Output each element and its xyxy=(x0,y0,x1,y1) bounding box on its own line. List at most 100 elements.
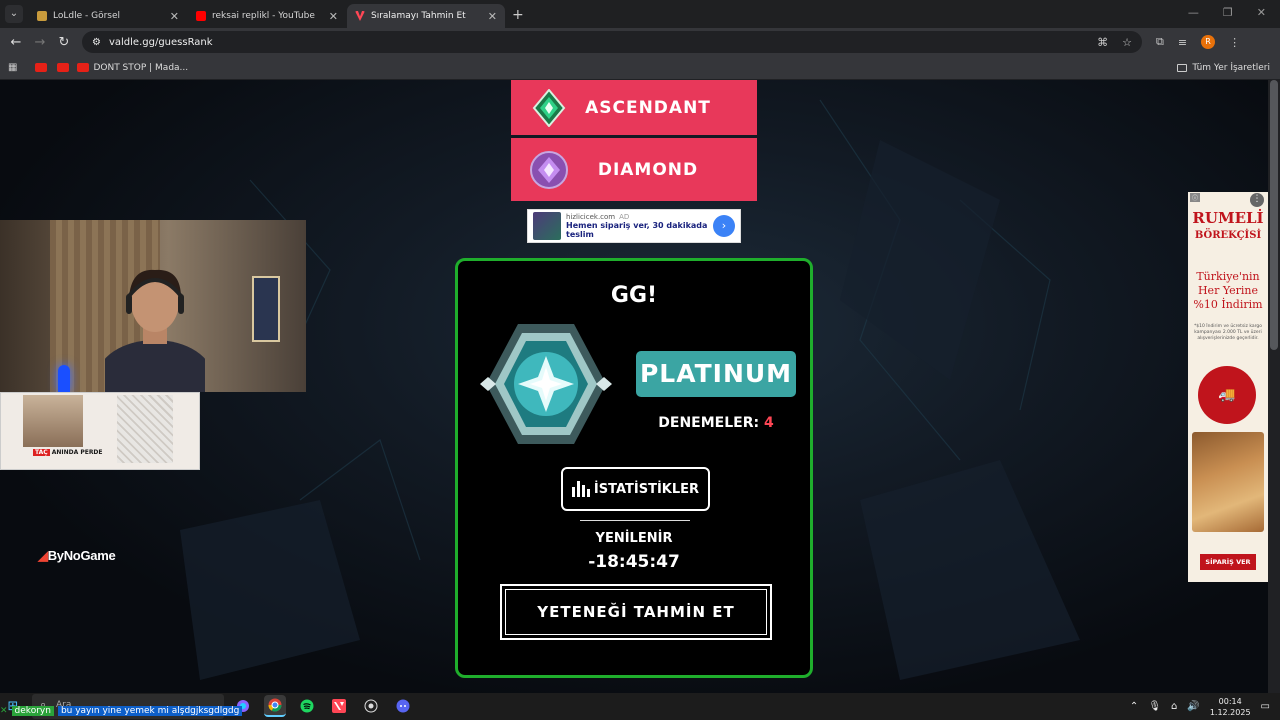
bynogame-watermark: ◢ByNoGame xyxy=(38,548,116,563)
chat-username: dekoryn xyxy=(11,706,54,716)
spotify-icon[interactable] xyxy=(296,695,318,717)
result-heading: GG! xyxy=(610,283,658,308)
scrollbar-thumb[interactable] xyxy=(1270,80,1278,350)
clock-date: 1.12.2025 xyxy=(1209,707,1251,717)
attempts-value: 4 xyxy=(763,415,774,431)
tab-strip: ⌄ LoLdle - Görsel ✕ reksai replikl - You… xyxy=(0,0,1280,28)
extensions-icon[interactable]: ⧉ xyxy=(1156,35,1164,49)
statistics-label: İSTATİSTİKLER xyxy=(593,481,700,497)
side-ad-product-image xyxy=(1192,432,1264,532)
side-ad-fineprint: *$10 İndirim ve ücretsiz kargo kampanyas… xyxy=(1194,324,1262,341)
tab-title: LoLdle - Görsel xyxy=(53,11,121,21)
renew-label: YENİLENİR xyxy=(595,531,673,546)
ad-thumbnail xyxy=(533,212,561,240)
side-ad-order-button[interactable]: SİPARİŞ VER xyxy=(1200,554,1256,570)
webcam-lamp xyxy=(58,365,70,392)
clock-time: 00:14 xyxy=(1218,696,1242,706)
new-tab-button[interactable]: + xyxy=(512,7,524,23)
discord-icon[interactable] xyxy=(392,695,414,717)
youtube-bookmark-icon[interactable] xyxy=(35,63,48,72)
tab-search-button[interactable]: ⌄ xyxy=(5,5,23,23)
bynogame-logo-icon: ◢ xyxy=(38,548,48,563)
all-bookmarks[interactable]: Tüm Yer İşaretleri xyxy=(1177,63,1270,73)
microphone-icon[interactable]: 🎙 xyxy=(1148,701,1161,712)
youtube-bookmark-icon xyxy=(77,63,90,72)
more-options-icon[interactable]: ⋮ xyxy=(1250,193,1264,207)
forward-icon[interactable]: → xyxy=(28,35,52,50)
bookmarks-bar: ▦ DONT STOP | Mada... Tüm Yer İşaretleri xyxy=(0,56,1280,80)
ad-photo-curtain xyxy=(23,395,83,447)
ticker-close-icon: ✕ xyxy=(0,706,8,716)
chat-ticker: ✕ dekoryn bu yayın yine yemek mi alşdgjk… xyxy=(0,705,243,717)
side-ad-brand: RUMELİ BÖREKÇİSİ xyxy=(1192,209,1264,242)
network-icon[interactable]: ⌂ xyxy=(1171,701,1177,712)
guess-rank-label: DIAMOND xyxy=(597,159,699,180)
tab-youtube[interactable]: reksai replikl - YouTube ✕ xyxy=(188,4,346,28)
obs-icon[interactable] xyxy=(360,695,382,717)
chat-message: bu yayın yine yemek mi alşdgjksgdlgdg xyxy=(57,706,243,716)
guess-row-diamond: DIAMOND xyxy=(511,138,757,201)
restore-icon[interactable]: ❐ xyxy=(1223,6,1233,19)
profile-avatar[interactable]: R xyxy=(1201,35,1216,49)
apps-grid-icon[interactable]: ▦ xyxy=(8,62,17,73)
volume-icon[interactable]: 🔊 xyxy=(1187,701,1199,712)
webcam-ad: TAÇ ANINDA PERDE xyxy=(0,392,200,470)
webcam-overlay xyxy=(0,220,306,392)
ad-logo: TAÇ ANINDA PERDE xyxy=(33,449,103,456)
system-tray: ⌃ 🎙 ⌂ 🔊 00:14 1.12.2025 ▭ xyxy=(1130,693,1270,720)
chrome-icon[interactable] xyxy=(264,695,286,717)
site-info-icon[interactable]: ⚙ xyxy=(92,37,101,48)
close-icon[interactable]: ✕ xyxy=(488,10,497,23)
bookmark-label: DONT STOP | Mada... xyxy=(93,62,189,73)
chevron-up-icon[interactable]: ⌃ xyxy=(1130,701,1138,712)
result-card: GG! PLATINUM DENEMELER: 4 İSTATİSTİKLER … xyxy=(455,258,813,678)
statistics-button[interactable]: İSTATİSTİKLER xyxy=(561,467,710,511)
clock[interactable]: 00:14 1.12.2025 xyxy=(1210,696,1251,718)
bookmark-item[interactable]: DONT STOP | Mada... xyxy=(77,63,188,73)
banner-ad[interactable]: hizlicicek.com AD Hemen sipariş ver, 30 d… xyxy=(527,209,741,243)
ad-message: Hemen sipariş ver, 30 dakikada teslim xyxy=(566,221,708,239)
divider xyxy=(580,520,690,521)
window-controls: — ❐ ✕ xyxy=(1188,6,1266,19)
youtube-bookmark-icon[interactable] xyxy=(57,63,70,72)
ad-choices-icon[interactable]: ⓘ xyxy=(1190,193,1201,202)
close-icon[interactable]: ✕ xyxy=(329,10,338,23)
ad-photo-tulle xyxy=(117,395,173,463)
chevron-right-icon[interactable]: › xyxy=(713,215,735,237)
side-ad[interactable]: RUMELİ BÖREKÇİSİ Türkiye'nin Her Yerine %… xyxy=(1188,192,1268,582)
tab-guess-rank[interactable]: Sıralamayı Tahmin Et ✕ xyxy=(347,4,505,28)
attempts-label: DENEMELER: xyxy=(658,415,760,431)
loldle-favicon-icon xyxy=(37,11,47,21)
valorant-app-icon[interactable] xyxy=(328,695,350,717)
reading-list-icon[interactable]: ≡ xyxy=(1178,36,1187,49)
side-ad-tagline: Türkiye'nin Her Yerine %10 İndirim xyxy=(1193,270,1263,311)
guess-rank-label: ASCENDANT xyxy=(585,97,711,118)
back-icon[interactable]: ← xyxy=(4,35,28,50)
close-window-icon[interactable]: ✕ xyxy=(1257,6,1266,19)
streamer xyxy=(105,269,205,392)
youtube-favicon-icon xyxy=(196,11,206,21)
menu-icon[interactable]: ⋮ xyxy=(1229,36,1240,49)
ad-source: hizlicicek.com AD xyxy=(566,213,630,221)
close-icon[interactable]: ✕ xyxy=(170,10,179,23)
platinum-rank-icon xyxy=(480,319,612,449)
translate-icon[interactable]: ⌘ xyxy=(1097,36,1108,49)
rank-result-badge: PLATINUM xyxy=(636,351,796,397)
delivery-truck-icon: 🚚 xyxy=(1198,366,1256,424)
attempts-count: DENEMELER: 4 xyxy=(636,415,796,431)
bookmark-star-icon[interactable]: ☆ xyxy=(1122,36,1132,49)
guess-row-ascendant: ASCENDANT xyxy=(511,80,757,135)
all-bookmarks-label: Tüm Yer İşaretleri xyxy=(1192,62,1270,73)
address-bar[interactable]: ⚙ valdle.gg/guessRank ⌘ ☆ xyxy=(82,31,1142,53)
folder-icon xyxy=(1177,63,1188,72)
browser-toolbar: ← → ↻ ⚙ valdle.gg/guessRank ⌘ ☆ ⧉ ≡ R ⋮ xyxy=(0,28,1280,56)
minimize-icon[interactable]: — xyxy=(1188,6,1199,19)
notifications-icon[interactable]: ▭ xyxy=(1261,701,1270,712)
tab-title: Sıralamayı Tahmin Et xyxy=(371,11,466,21)
guess-ability-button[interactable]: YETENEĞİ TAHMİN ET xyxy=(500,584,772,640)
tab-loldle[interactable]: LoLdle - Görsel ✕ xyxy=(29,4,187,28)
reload-icon[interactable]: ↻ xyxy=(52,35,76,50)
webcam-poster xyxy=(252,276,280,342)
url-text: valdle.gg/guessRank xyxy=(108,36,213,48)
tab-title: reksai replikl - YouTube xyxy=(212,11,315,21)
